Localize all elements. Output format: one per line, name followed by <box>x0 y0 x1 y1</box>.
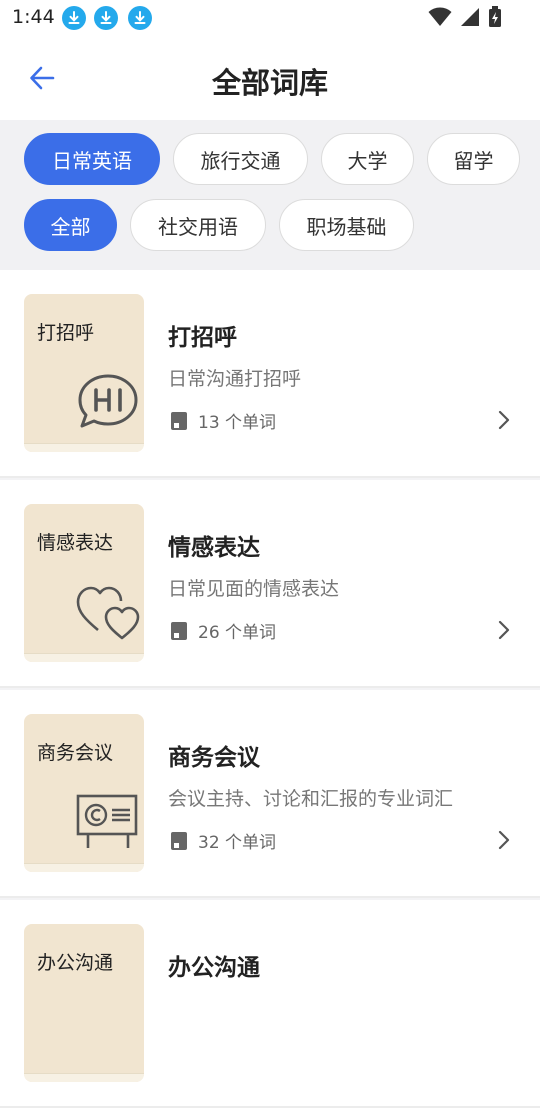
wordbook-cover: 商务会议 <box>24 714 144 872</box>
wordbook-title: 办公沟通 <box>168 955 260 981</box>
signal-icon <box>461 8 479 26</box>
cover-label: 办公沟通 <box>37 952 114 974</box>
word-count: 26 个单词 <box>198 623 277 643</box>
wifi-icon <box>428 7 452 26</box>
subcategory-chip-all[interactable]: 全部 <box>24 199 117 251</box>
subcategory-chip-workplace[interactable]: 职场基础 <box>279 199 414 251</box>
subcategory-chip-social[interactable]: 社交用语 <box>130 199 266 251</box>
wordbook-meta: 13 个单词 <box>170 408 276 433</box>
category-chip-university[interactable]: 大学 <box>321 133 414 185</box>
cover-label: 商务会议 <box>37 742 114 764</box>
wordbook-cover: 办公沟通 <box>24 924 144 1082</box>
word-count: 13 个单词 <box>198 413 277 433</box>
category-chip-study-abroad[interactable]: 留学 <box>427 133 520 185</box>
wordbook-description: 日常见面的情感表达 <box>168 578 340 600</box>
download-icon <box>94 6 118 30</box>
chevron-right-icon[interactable] <box>496 618 512 642</box>
wordbook-title: 商务会议 <box>168 745 260 771</box>
wordbook-meta: 26 个单词 <box>170 618 276 643</box>
download-icon <box>62 6 86 30</box>
battery-icon <box>489 6 501 27</box>
filter-area: 日常英语 旅行交通 大学 留学 全部 社交用语 职场基础 <box>0 120 540 270</box>
book-icon <box>171 621 187 640</box>
wordbook-item[interactable]: 情感表达 情感表达 日常见面的情感表达 26 个单词 <box>0 480 540 688</box>
wordbook-item[interactable]: 打招呼 打招呼 日常沟通打招呼 13 个单词 <box>0 270 540 478</box>
book-icon <box>171 411 187 430</box>
wordbook-cover: 打招呼 <box>24 294 144 452</box>
book-icon <box>171 831 187 850</box>
wordbook-item[interactable]: 办公沟通 办公沟通 <box>0 900 540 1108</box>
hi-speech-icon <box>78 374 138 428</box>
hearts-icon <box>76 586 140 640</box>
wordbook-title: 打招呼 <box>168 325 237 351</box>
header: 全部词库 <box>0 36 540 120</box>
category-chip-daily-english[interactable]: 日常英语 <box>24 133 160 185</box>
cover-label: 打招呼 <box>37 322 95 344</box>
wordbook-title: 情感表达 <box>168 535 260 561</box>
chevron-right-icon[interactable] <box>496 408 512 432</box>
wordbook-description: 日常沟通打招呼 <box>168 368 302 390</box>
page-title: 全部词库 <box>211 66 328 100</box>
wordbook-description: 会议主持、讨论和汇报的专业词汇 <box>168 788 454 810</box>
cover-label: 情感表达 <box>37 532 114 554</box>
chevron-right-icon[interactable] <box>496 828 512 852</box>
status-time: 1:44 <box>12 6 55 28</box>
wordbook-item[interactable]: 商务会议 商务会议 会议主持、讨论和汇报的专业词汇 32 个单词 <box>0 690 540 898</box>
download-icon <box>128 6 152 30</box>
presentation-board-icon <box>76 794 138 848</box>
word-count: 32 个单词 <box>198 833 277 853</box>
category-chip-travel[interactable]: 旅行交通 <box>173 133 308 185</box>
wordbook-cover: 情感表达 <box>24 504 144 662</box>
status-bar: 1:44 <box>0 0 540 36</box>
wordbook-meta: 32 个单词 <box>170 828 276 853</box>
